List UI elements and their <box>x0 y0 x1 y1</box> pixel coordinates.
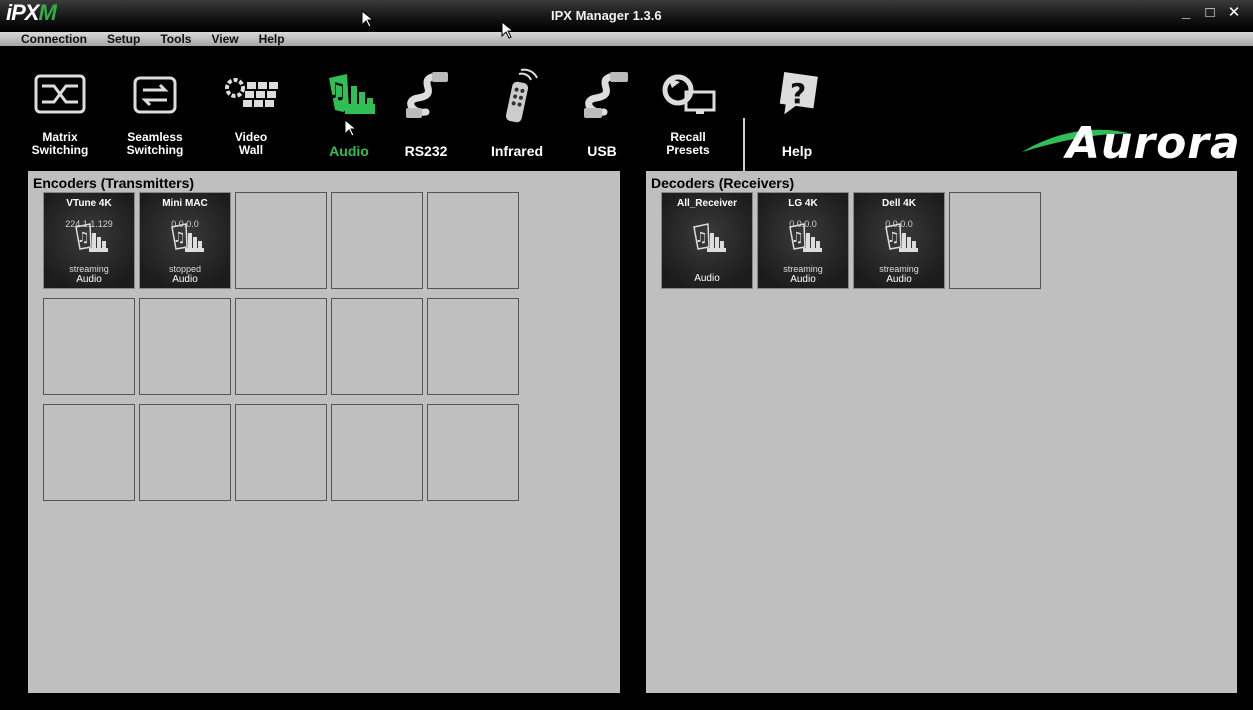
tool-recall-presets[interactable]: Recall Presets <box>648 68 728 168</box>
menu-help[interactable]: Help <box>259 32 285 46</box>
recall-presets-icon <box>662 74 716 114</box>
window-controls: _ □ ✕ <box>1179 5 1241 20</box>
audio-icon: ♫ <box>789 223 822 252</box>
menu-bar: Connection Setup Tools View Help <box>0 32 1253 46</box>
empty-slot[interactable] <box>427 404 519 501</box>
tool-infrared[interactable]: Infrared <box>477 68 557 168</box>
tool-label: Recall Presets <box>666 130 710 157</box>
tool-label: Help <box>781 143 813 159</box>
empty-slot[interactable] <box>139 404 231 501</box>
window-title: IPX Manager 1.3.6 <box>551 8 662 23</box>
tool-label: Audio <box>329 143 369 159</box>
tool-usb[interactable]: USB <box>562 68 642 168</box>
decoder-tile[interactable]: LG 4K 0.0.0.0 ♫ streaming Audio <box>757 192 849 289</box>
tool-label: USB <box>587 143 617 159</box>
maximize-button[interactable]: □ <box>1203 5 1217 20</box>
empty-slot[interactable] <box>235 298 327 395</box>
tool-label: Matrix Switching <box>31 130 89 157</box>
decoder-tile[interactable]: Dell 4K 0.0.0.0 ♫ streaming Audio <box>853 192 945 289</box>
menu-setup[interactable]: Setup <box>107 32 140 46</box>
mouse-cursor-icon <box>501 21 515 39</box>
menu-connection[interactable]: Connection <box>21 32 87 46</box>
title-bar[interactable]: iPXM IPX Manager 1.3.6 _ □ ✕ <box>0 0 1253 32</box>
minimize-button[interactable]: _ <box>1179 5 1193 20</box>
tool-label: RS232 <box>404 143 448 159</box>
svg-text:♫: ♫ <box>887 230 900 246</box>
decoders-panel: Decoders (Receivers) All_Receiver ♫ Audi… <box>646 171 1237 693</box>
menu-view[interactable]: View <box>211 32 238 46</box>
empty-slot[interactable] <box>331 298 423 395</box>
empty-slot[interactable] <box>331 404 423 501</box>
audio-icon: ♫ <box>171 223 204 252</box>
help-icon: ? <box>779 71 818 115</box>
tool-seamless-switching[interactable]: Seamless Switching <box>115 68 195 168</box>
audio-icon: ♫ <box>693 223 726 252</box>
tool-label: Video Wall <box>234 130 268 157</box>
audio-icon: ♫ <box>75 223 108 252</box>
status-strip <box>0 700 1253 710</box>
tool-label: Infrared <box>490 143 544 159</box>
tool-audio[interactable]: ♫ Audio <box>309 68 389 168</box>
encoder-tile[interactable]: Mini MAC 0.0.0.0 ♫ stopped Audio <box>139 192 231 289</box>
empty-slot[interactable] <box>235 192 327 289</box>
empty-slot[interactable] <box>949 192 1041 289</box>
infrared-remote-icon <box>505 68 538 123</box>
menu-tools[interactable]: Tools <box>160 32 191 46</box>
usb-icon <box>584 72 628 118</box>
ipxm-logo: iPXM <box>6 0 57 25</box>
empty-slot[interactable] <box>427 192 519 289</box>
svg-text:♫: ♫ <box>327 79 347 104</box>
seamless-switching-icon <box>133 76 177 114</box>
svg-text:♫: ♫ <box>77 230 90 246</box>
encoders-title: Encoders (Transmitters) <box>33 175 195 191</box>
svg-text:?: ? <box>790 77 806 110</box>
empty-slot[interactable] <box>43 404 135 501</box>
tool-label: Seamless Switching <box>126 130 184 157</box>
tool-video-wall[interactable]: Video Wall <box>211 68 291 168</box>
empty-slot[interactable] <box>331 192 423 289</box>
empty-slot[interactable] <box>427 298 519 395</box>
encoder-tile[interactable]: VTune 4K 224.1.1.129 ♫ streaming Audio <box>43 192 135 289</box>
empty-slot[interactable] <box>43 298 135 395</box>
tool-matrix-switching[interactable]: Matrix Switching <box>20 68 100 168</box>
mouse-cursor-icon <box>361 10 375 28</box>
aurora-logo: Aurora <box>1022 116 1240 176</box>
video-wall-icon <box>225 78 278 107</box>
svg-text:♫: ♫ <box>695 230 708 246</box>
empty-slot[interactable] <box>235 404 327 501</box>
decoder-tile[interactable]: All_Receiver ♫ Audio <box>661 192 753 289</box>
close-button[interactable]: ✕ <box>1227 5 1241 20</box>
mouse-cursor-icon <box>344 119 358 137</box>
toolbar: Matrix Switching Seamless Switching Vide… <box>0 46 1253 202</box>
audio-icon: ♫ <box>327 74 375 114</box>
matrix-switching-icon <box>34 74 86 114</box>
tool-help[interactable]: ? Help <box>757 68 837 168</box>
audio-icon: ♫ <box>885 223 918 252</box>
svg-text:♫: ♫ <box>173 230 186 246</box>
empty-slot[interactable] <box>139 298 231 395</box>
tool-rs232[interactable]: RS232 <box>386 68 466 168</box>
svg-text:♫: ♫ <box>791 230 804 246</box>
decoders-title: Decoders (Receivers) <box>651 175 795 191</box>
rs232-icon <box>406 72 448 118</box>
encoders-panel: Encoders (Transmitters) VTune 4K 224.1.1… <box>28 171 620 693</box>
